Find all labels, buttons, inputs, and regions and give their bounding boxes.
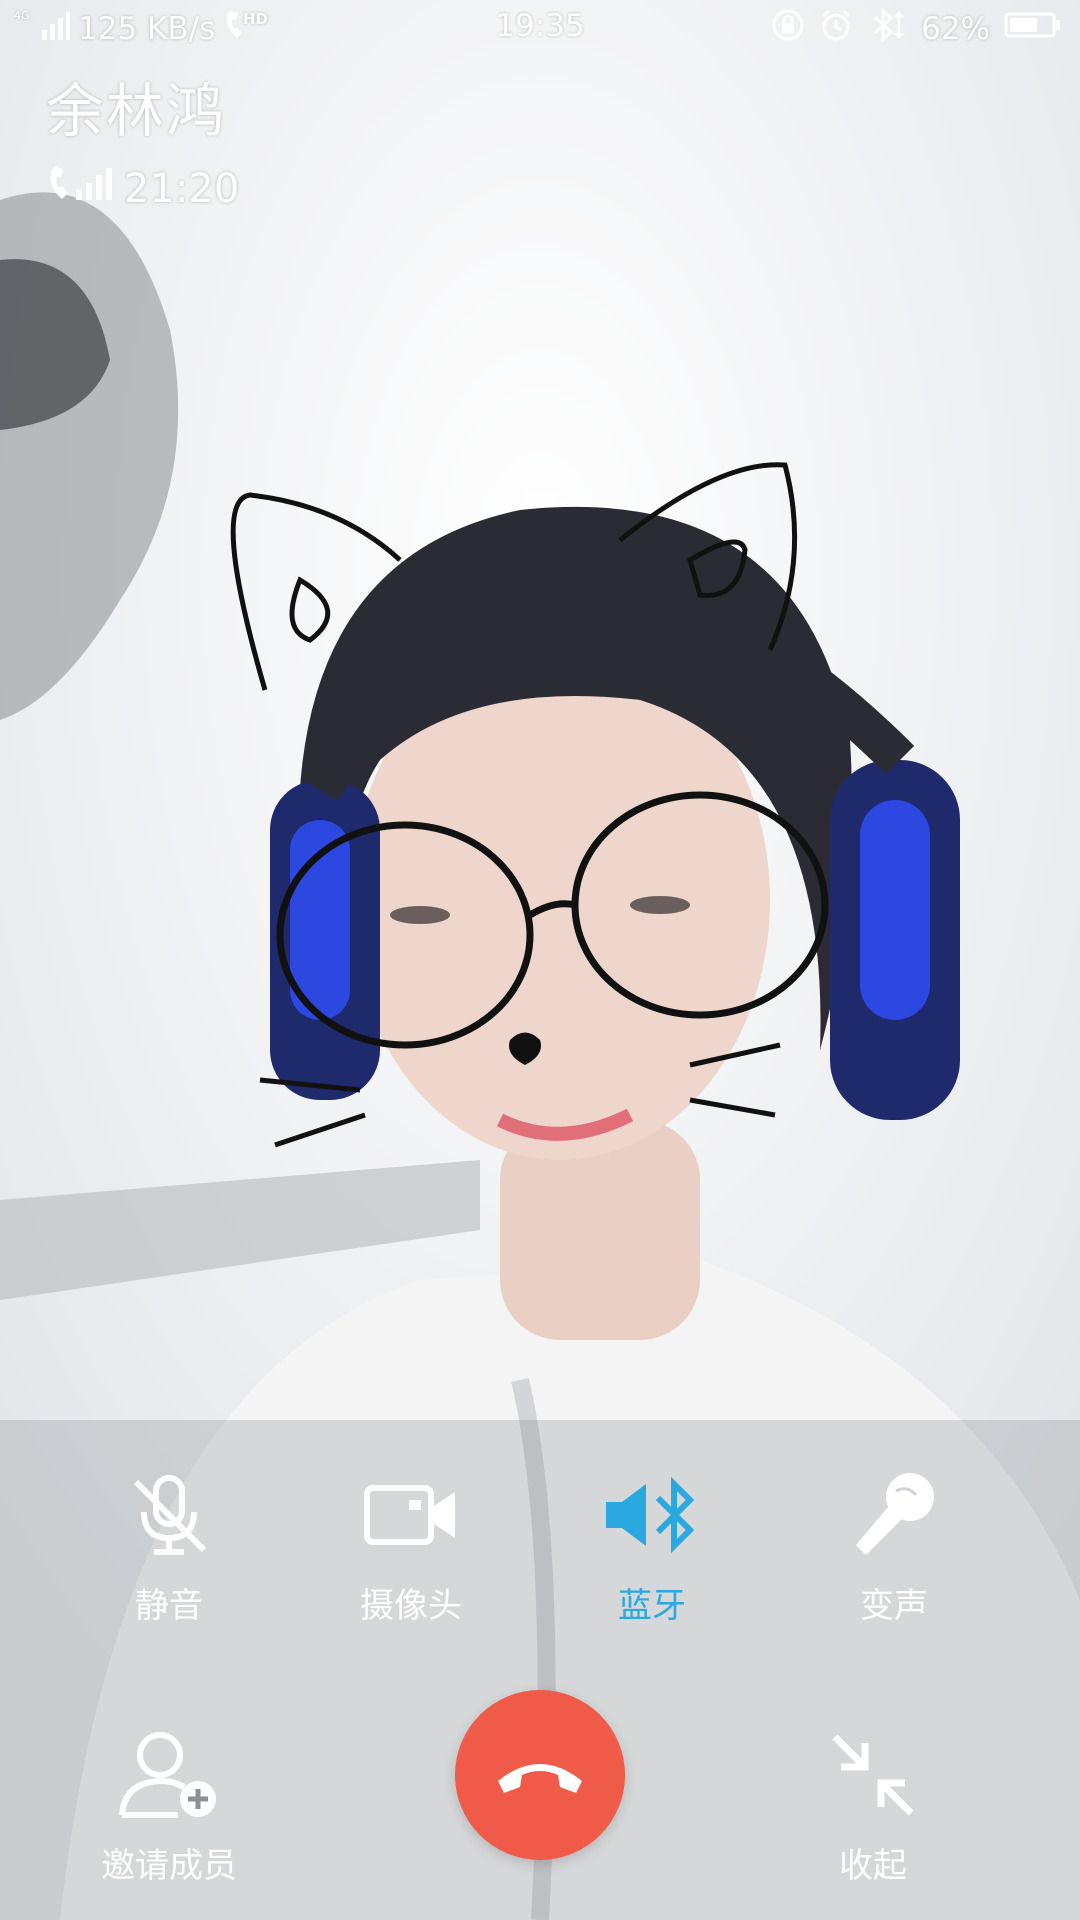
call-duration: 21:20 (124, 166, 240, 212)
call-quality-icon (46, 166, 112, 212)
battery-icon (1004, 10, 1062, 48)
microphone-icon (839, 1460, 949, 1570)
camera-button[interactable]: 摄像头 (311, 1460, 511, 1627)
camera-label: 摄像头 (360, 1586, 462, 1626)
bluetooth-speaker-icon (597, 1460, 707, 1570)
hang-up-icon (490, 1743, 590, 1807)
hang-up-button[interactable] (455, 1690, 625, 1860)
video-call-screen: 4G 125 KB/s HD 19:35 62% 余林鸿 21:20 静音 摄像… (0, 0, 1080, 1920)
mic-off-icon (114, 1460, 224, 1570)
bluetooth-icon (867, 7, 907, 50)
voice-changer-label: 变声 (860, 1586, 928, 1626)
invite-member-label: 邀请成员 (101, 1846, 237, 1886)
bluetooth-label: 蓝牙 (618, 1586, 686, 1626)
lock-rotation-icon (771, 8, 805, 50)
add-user-icon (114, 1720, 224, 1830)
call-status: 21:20 (46, 166, 239, 212)
mute-label: 静音 (135, 1586, 203, 1626)
alarm-icon (819, 8, 853, 50)
status-bar: 4G 125 KB/s HD 19:35 62% (0, 0, 1080, 56)
caller-name: 余林鸿 (46, 77, 227, 145)
remote-video-feed (0, 0, 1080, 1920)
mute-button[interactable]: 静音 (69, 1460, 269, 1627)
collapse-icon (818, 1720, 928, 1830)
bluetooth-button[interactable]: 蓝牙 (552, 1460, 752, 1627)
minimize-button[interactable]: 收起 (773, 1720, 973, 1887)
invite-member-button[interactable]: 邀请成员 (69, 1720, 269, 1887)
video-camera-icon (356, 1460, 466, 1570)
battery-percent: 62% (921, 11, 990, 47)
minimize-label: 收起 (839, 1846, 907, 1886)
voice-changer-button[interactable]: 变声 (794, 1460, 994, 1627)
